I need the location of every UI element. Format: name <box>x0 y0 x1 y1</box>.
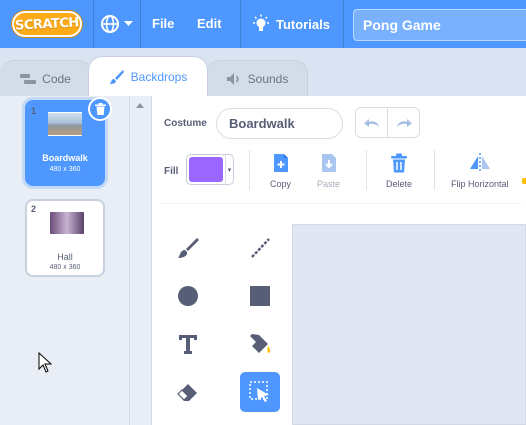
redo-button[interactable] <box>387 108 419 137</box>
flip-horizontal-icon <box>469 153 490 173</box>
circle-icon <box>178 286 198 306</box>
tutorials-button[interactable]: Tutorials <box>252 14 330 34</box>
tab-backdrops-label: Backdrops <box>130 69 188 84</box>
select-icon <box>249 381 269 402</box>
rectangle-tool[interactable] <box>240 276 280 316</box>
menu-divider <box>140 0 141 48</box>
scroll-up-icon <box>136 103 144 108</box>
project-title-input[interactable]: Pong Game <box>353 9 526 41</box>
fill-color-picker[interactable]: ▾ <box>186 154 234 185</box>
paint-bucket-icon <box>250 334 271 353</box>
trash-icon <box>94 103 106 115</box>
flip-horizontal-button[interactable]: Flip Horizontal <box>451 153 509 189</box>
paint-canvas[interactable] <box>292 224 526 425</box>
toolbar-divider <box>249 150 250 190</box>
delete-backdrop-button[interactable] <box>88 97 112 121</box>
eraser-icon <box>177 384 197 401</box>
chevron-down-icon <box>124 21 133 26</box>
menu-divider <box>93 0 94 48</box>
menu-divider <box>240 0 241 48</box>
brush-tool[interactable] <box>168 228 208 268</box>
menu-bar: SCRATCH File Edit Tutorials Pong Game <box>0 0 526 48</box>
scratch-logo[interactable]: SCRATCH <box>12 11 82 37</box>
code-icon <box>20 73 37 84</box>
editor-tabs: Code Backdrops Sounds <box>0 48 526 96</box>
backdrop-name: Hall <box>57 252 73 262</box>
costume-name-input[interactable]: Boardwalk <box>216 108 343 139</box>
logo-text: SCRATCH <box>14 14 80 34</box>
toolbar-separator <box>162 203 522 204</box>
delete-label: Delete <box>386 179 413 189</box>
fill-color-swatch <box>189 157 223 182</box>
undo-redo-group <box>355 107 420 138</box>
delete-button[interactable]: Delete <box>386 153 412 189</box>
backdrop-item-hall[interactable]: 2 Hall 480 x 360 <box>25 199 105 277</box>
tab-sounds-label: Sounds <box>247 71 289 86</box>
text-icon <box>179 335 197 354</box>
redo-icon <box>396 118 412 127</box>
copy-label: Copy <box>270 179 292 189</box>
select-tool[interactable] <box>240 372 280 412</box>
eraser-tool[interactable] <box>168 372 208 412</box>
toolbar-divider <box>434 150 435 190</box>
backdrop-size: 480 x 360 <box>49 264 81 271</box>
tab-code[interactable]: Code <box>0 60 92 96</box>
paste-label: Paste <box>317 179 341 189</box>
edit-menu[interactable]: Edit <box>197 16 222 31</box>
tab-code-label: Code <box>42 71 71 86</box>
lightbulb-icon <box>253 14 269 31</box>
costume-label: Costume <box>164 118 207 129</box>
speaker-icon <box>226 72 239 85</box>
circle-tool[interactable] <box>168 276 208 316</box>
trash-icon <box>391 153 407 173</box>
backdrop-thumbnail <box>48 113 82 135</box>
fill-tool[interactable] <box>240 324 280 364</box>
tutorials-label: Tutorials <box>276 16 330 32</box>
tab-sounds[interactable]: Sounds <box>206 60 308 96</box>
undo-icon <box>363 118 379 127</box>
file-menu[interactable]: File <box>152 16 174 31</box>
menu-divider <box>343 0 344 48</box>
copy-icon <box>273 154 288 172</box>
globe-icon <box>101 15 119 33</box>
brush-icon <box>178 238 199 258</box>
text-tool[interactable] <box>168 324 208 364</box>
list-scrollbar[interactable] <box>130 96 152 425</box>
mouse-pointer-icon <box>38 352 52 373</box>
language-menu[interactable] <box>100 13 138 35</box>
fill-label: Fill <box>164 166 179 177</box>
backdrop-number: 2 <box>31 204 37 214</box>
toolbar-divider <box>366 150 367 190</box>
copy-button[interactable]: Copy <box>270 153 291 189</box>
line-icon <box>251 238 270 258</box>
paste-button[interactable]: Paste <box>317 153 340 189</box>
line-tool[interactable] <box>240 228 280 268</box>
tab-backdrops[interactable]: Backdrops <box>88 56 208 96</box>
backdrop-size: 480 x 360 <box>49 166 81 173</box>
undo-button[interactable] <box>356 108 387 137</box>
flip-horizontal-label: Flip Horizontal <box>451 179 509 189</box>
chevron-down-icon: ▾ <box>225 155 233 184</box>
backdrop-name: Boardwalk <box>42 153 88 163</box>
rectangle-icon <box>250 286 270 306</box>
backdrop-number: 1 <box>31 106 37 116</box>
brush-icon <box>109 69 124 84</box>
backdrop-thumbnail <box>50 212 84 234</box>
paint-editor: Costume Boardwalk Fill ▾ Copy Paste Dele… <box>152 96 526 425</box>
toolbar-overflow-indicator <box>522 178 526 184</box>
paste-icon <box>321 154 336 172</box>
